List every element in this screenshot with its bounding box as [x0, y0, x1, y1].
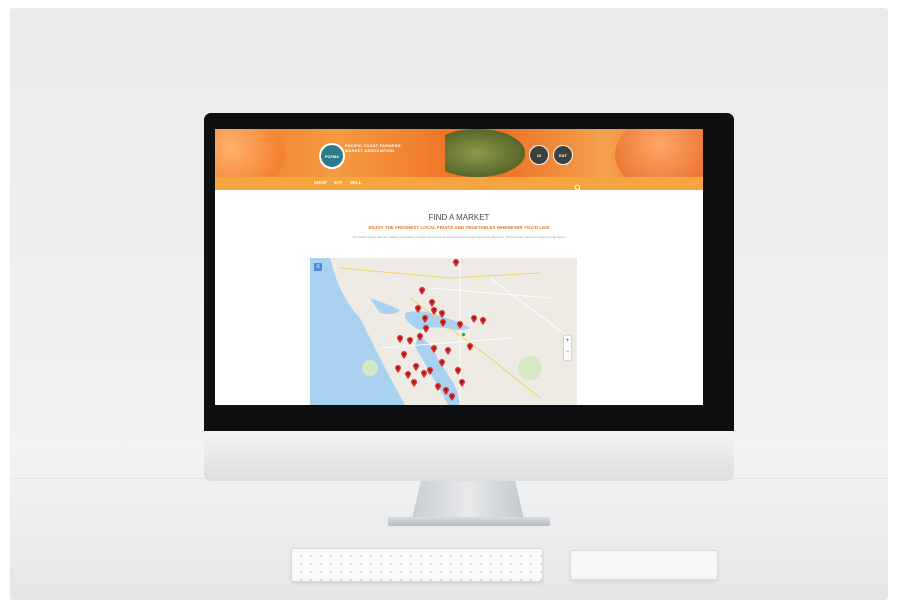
map-pin-icon[interactable] — [405, 366, 411, 384]
map-pin-icon[interactable] — [415, 300, 421, 318]
map-pin-icon[interactable] — [431, 340, 437, 358]
map-pin-icon[interactable] — [439, 354, 445, 372]
badge-left[interactable]: 10 — [529, 145, 549, 165]
map-pin-icon[interactable] — [401, 346, 407, 364]
page-title: FIND A MARKET — [428, 213, 490, 222]
main-nav: SHOP EAT SELL — [215, 177, 703, 192]
trackpad — [570, 550, 718, 580]
nav-item-eat[interactable]: EAT — [334, 180, 343, 185]
logo-text: PCFMA — [324, 153, 340, 159]
keyboard — [291, 548, 543, 582]
hero-banner: PCFMA PACIFIC COAST FARMERS' MARKET ASSO… — [215, 129, 703, 177]
map-pin-icon[interactable] — [440, 314, 446, 332]
page-subtitle: ENJOY THE FRESHEST LOCAL FRUITS AND VEGE… — [368, 225, 550, 230]
badge-left-text: 10 — [536, 152, 542, 158]
zoom-in-button[interactable]: + — [564, 336, 571, 347]
map-pin-icon[interactable] — [467, 338, 473, 356]
map-pin-icon[interactable] — [423, 320, 429, 338]
map-pin-icon[interactable] — [417, 328, 423, 346]
persimmon-leaf-image — [445, 129, 525, 177]
nav-item-sell[interactable]: SELL — [350, 180, 362, 185]
search-icon[interactable] — [574, 179, 582, 197]
badge-right[interactable]: EAT — [553, 145, 573, 165]
nav-item-shop[interactable]: SHOP — [314, 180, 327, 185]
map-layers-icon[interactable]: ≡ — [314, 263, 322, 271]
zoom-out-button[interactable]: − — [564, 347, 571, 358]
monitor-stand-base — [388, 517, 550, 526]
persimmon-image — [615, 129, 703, 177]
map-pin-icon[interactable] — [435, 378, 441, 396]
map-pin-icon[interactable] — [459, 374, 465, 392]
monitor-stand — [412, 481, 524, 519]
map-pin-icon[interactable] — [407, 332, 413, 350]
map-pin-icon[interactable] — [411, 374, 417, 392]
bay-area-west — [370, 298, 400, 314]
site-logo[interactable]: PCFMA — [319, 143, 345, 169]
page-description: The Pacific Coast Farmers' Market Associ… — [352, 235, 566, 239]
market-map[interactable]: ≡ + − — [310, 258, 577, 405]
org-name[interactable]: PACIFIC COAST FARMERS' MARKET ASSOCIATIO… — [345, 143, 405, 153]
map-pin-icon[interactable] — [419, 282, 425, 300]
map-pin-icon[interactable] — [471, 310, 477, 328]
map-pin-icon[interactable] — [395, 360, 401, 378]
persimmon-image — [215, 129, 285, 177]
current-location-icon — [460, 324, 467, 342]
map-pin-icon[interactable] — [427, 362, 433, 380]
map-pin-icon[interactable] — [480, 312, 486, 330]
monitor-chin — [204, 431, 734, 481]
badge-right-text: EAT — [559, 152, 567, 158]
map-zoom-control[interactable]: + − — [564, 336, 571, 360]
map-pin-icon[interactable] — [453, 258, 459, 272]
ocean-area — [310, 258, 405, 405]
map-pin-icon[interactable] — [445, 342, 451, 360]
map-pin-icon[interactable] — [431, 302, 437, 320]
browser-screen: PCFMA PACIFIC COAST FARMERS' MARKET ASSO… — [215, 129, 703, 405]
map-pin-icon[interactable] — [449, 388, 455, 405]
